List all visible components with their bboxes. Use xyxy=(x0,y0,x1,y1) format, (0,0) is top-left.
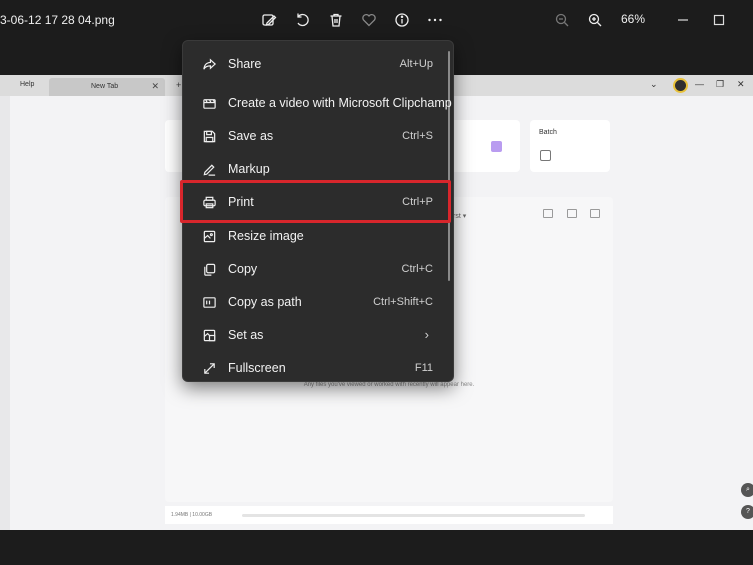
menu-item-label: Fullscreen xyxy=(228,361,286,375)
chevron-down-icon: ⌄ xyxy=(650,79,658,89)
storage-text: 1.94MB | 10.00GB xyxy=(171,512,213,518)
menu-item-shortcut: Ctrl+C xyxy=(401,263,433,275)
menu-item-set-as[interactable]: Set as › xyxy=(183,319,451,352)
chevron-right-icon: › xyxy=(424,327,429,342)
search-icon: ⌕ xyxy=(741,483,753,497)
copy-path-icon xyxy=(202,295,217,310)
menu-item-share[interactable]: Share Alt+Up xyxy=(183,48,451,81)
menu-item-label: Share xyxy=(228,57,262,71)
minimize-icon[interactable] xyxy=(673,10,693,30)
minimize-icon: — xyxy=(695,79,704,89)
menu-item-shortcut: Ctrl+Shift+C xyxy=(373,296,433,308)
video-icon xyxy=(202,96,217,111)
print-highlight-box xyxy=(180,180,451,223)
new-tab: New Tab ✕ xyxy=(49,78,165,96)
markup-pen-icon xyxy=(202,162,217,177)
set-as-icon xyxy=(202,328,217,343)
menu-item-label: Copy as path xyxy=(228,295,302,309)
menu-item-fullscreen[interactable]: Fullscreen F11 xyxy=(183,352,451,385)
zoom-in-icon[interactable] xyxy=(585,10,605,30)
rotate-icon[interactable] xyxy=(292,10,312,30)
zoom-out-icon[interactable] xyxy=(552,10,572,30)
favorite-icon[interactable] xyxy=(359,10,379,30)
menu-item-label: Create a video with Microsoft Clipchamp xyxy=(228,96,452,110)
copy-icon xyxy=(202,262,217,277)
menu-item-shortcut: Alt+Up xyxy=(399,58,433,70)
batch-card: Batch xyxy=(530,120,610,172)
batch-icon xyxy=(540,150,551,161)
menu-item-resize-image[interactable]: Resize image xyxy=(183,220,451,253)
fullscreen-icon xyxy=(202,361,217,376)
menu-item-label: Set as xyxy=(228,328,264,342)
menu-item-shortcut: F11 xyxy=(414,362,433,374)
batch-label: Batch xyxy=(539,129,557,136)
storage-bar: 1.94MB | 10.00GB xyxy=(165,506,613,524)
delete-icon[interactable] xyxy=(326,10,346,30)
resize-icon xyxy=(202,229,217,244)
save-icon xyxy=(202,129,217,144)
menu-item-label: Copy xyxy=(228,262,258,276)
edit-image-icon[interactable] xyxy=(259,10,279,30)
bottom-bar xyxy=(0,530,753,565)
info-icon[interactable] xyxy=(392,10,412,30)
grid-view-icon xyxy=(567,209,577,218)
avatar xyxy=(673,78,688,93)
badge-icon xyxy=(491,141,502,152)
menu-item-copy-as-path[interactable]: Copy as path Ctrl+Shift+C xyxy=(183,286,451,319)
menu-item-label: Markup xyxy=(228,162,270,176)
menu-item-save-as[interactable]: Save as Ctrl+S xyxy=(183,120,451,153)
menu-item-shortcut: Ctrl+S xyxy=(402,130,433,142)
left-strip xyxy=(0,96,10,530)
photos-title-bar: 3-06-12 17 28 04.png 66% xyxy=(0,0,753,40)
zoom-level[interactable]: 66% xyxy=(621,12,645,26)
menu-item-label: Save as xyxy=(228,129,274,143)
maximize-icon[interactable] xyxy=(709,10,729,30)
list-view-icon xyxy=(543,209,553,218)
close-icon: ✕ xyxy=(737,79,745,89)
help-icon: ? xyxy=(741,505,753,519)
menu-item-label: Resize image xyxy=(228,229,304,243)
close-icon: ✕ xyxy=(151,81,159,91)
restore-icon: ❐ xyxy=(716,79,725,89)
trash-icon xyxy=(590,209,600,218)
file-name: 3-06-12 17 28 04.png xyxy=(0,13,115,27)
new-tab-label: New Tab xyxy=(91,83,119,90)
plus-icon: + xyxy=(176,80,182,90)
more-icon[interactable] xyxy=(425,10,445,30)
storage-track xyxy=(242,514,585,517)
menu-item-copy[interactable]: Copy Ctrl+C xyxy=(183,253,451,286)
share-icon xyxy=(202,57,217,72)
help-tab: Help xyxy=(20,81,35,88)
menu-item-create-video[interactable]: Create a video with Microsoft Clipchamp xyxy=(183,87,452,120)
sort-label: rst ▾ xyxy=(453,213,467,220)
